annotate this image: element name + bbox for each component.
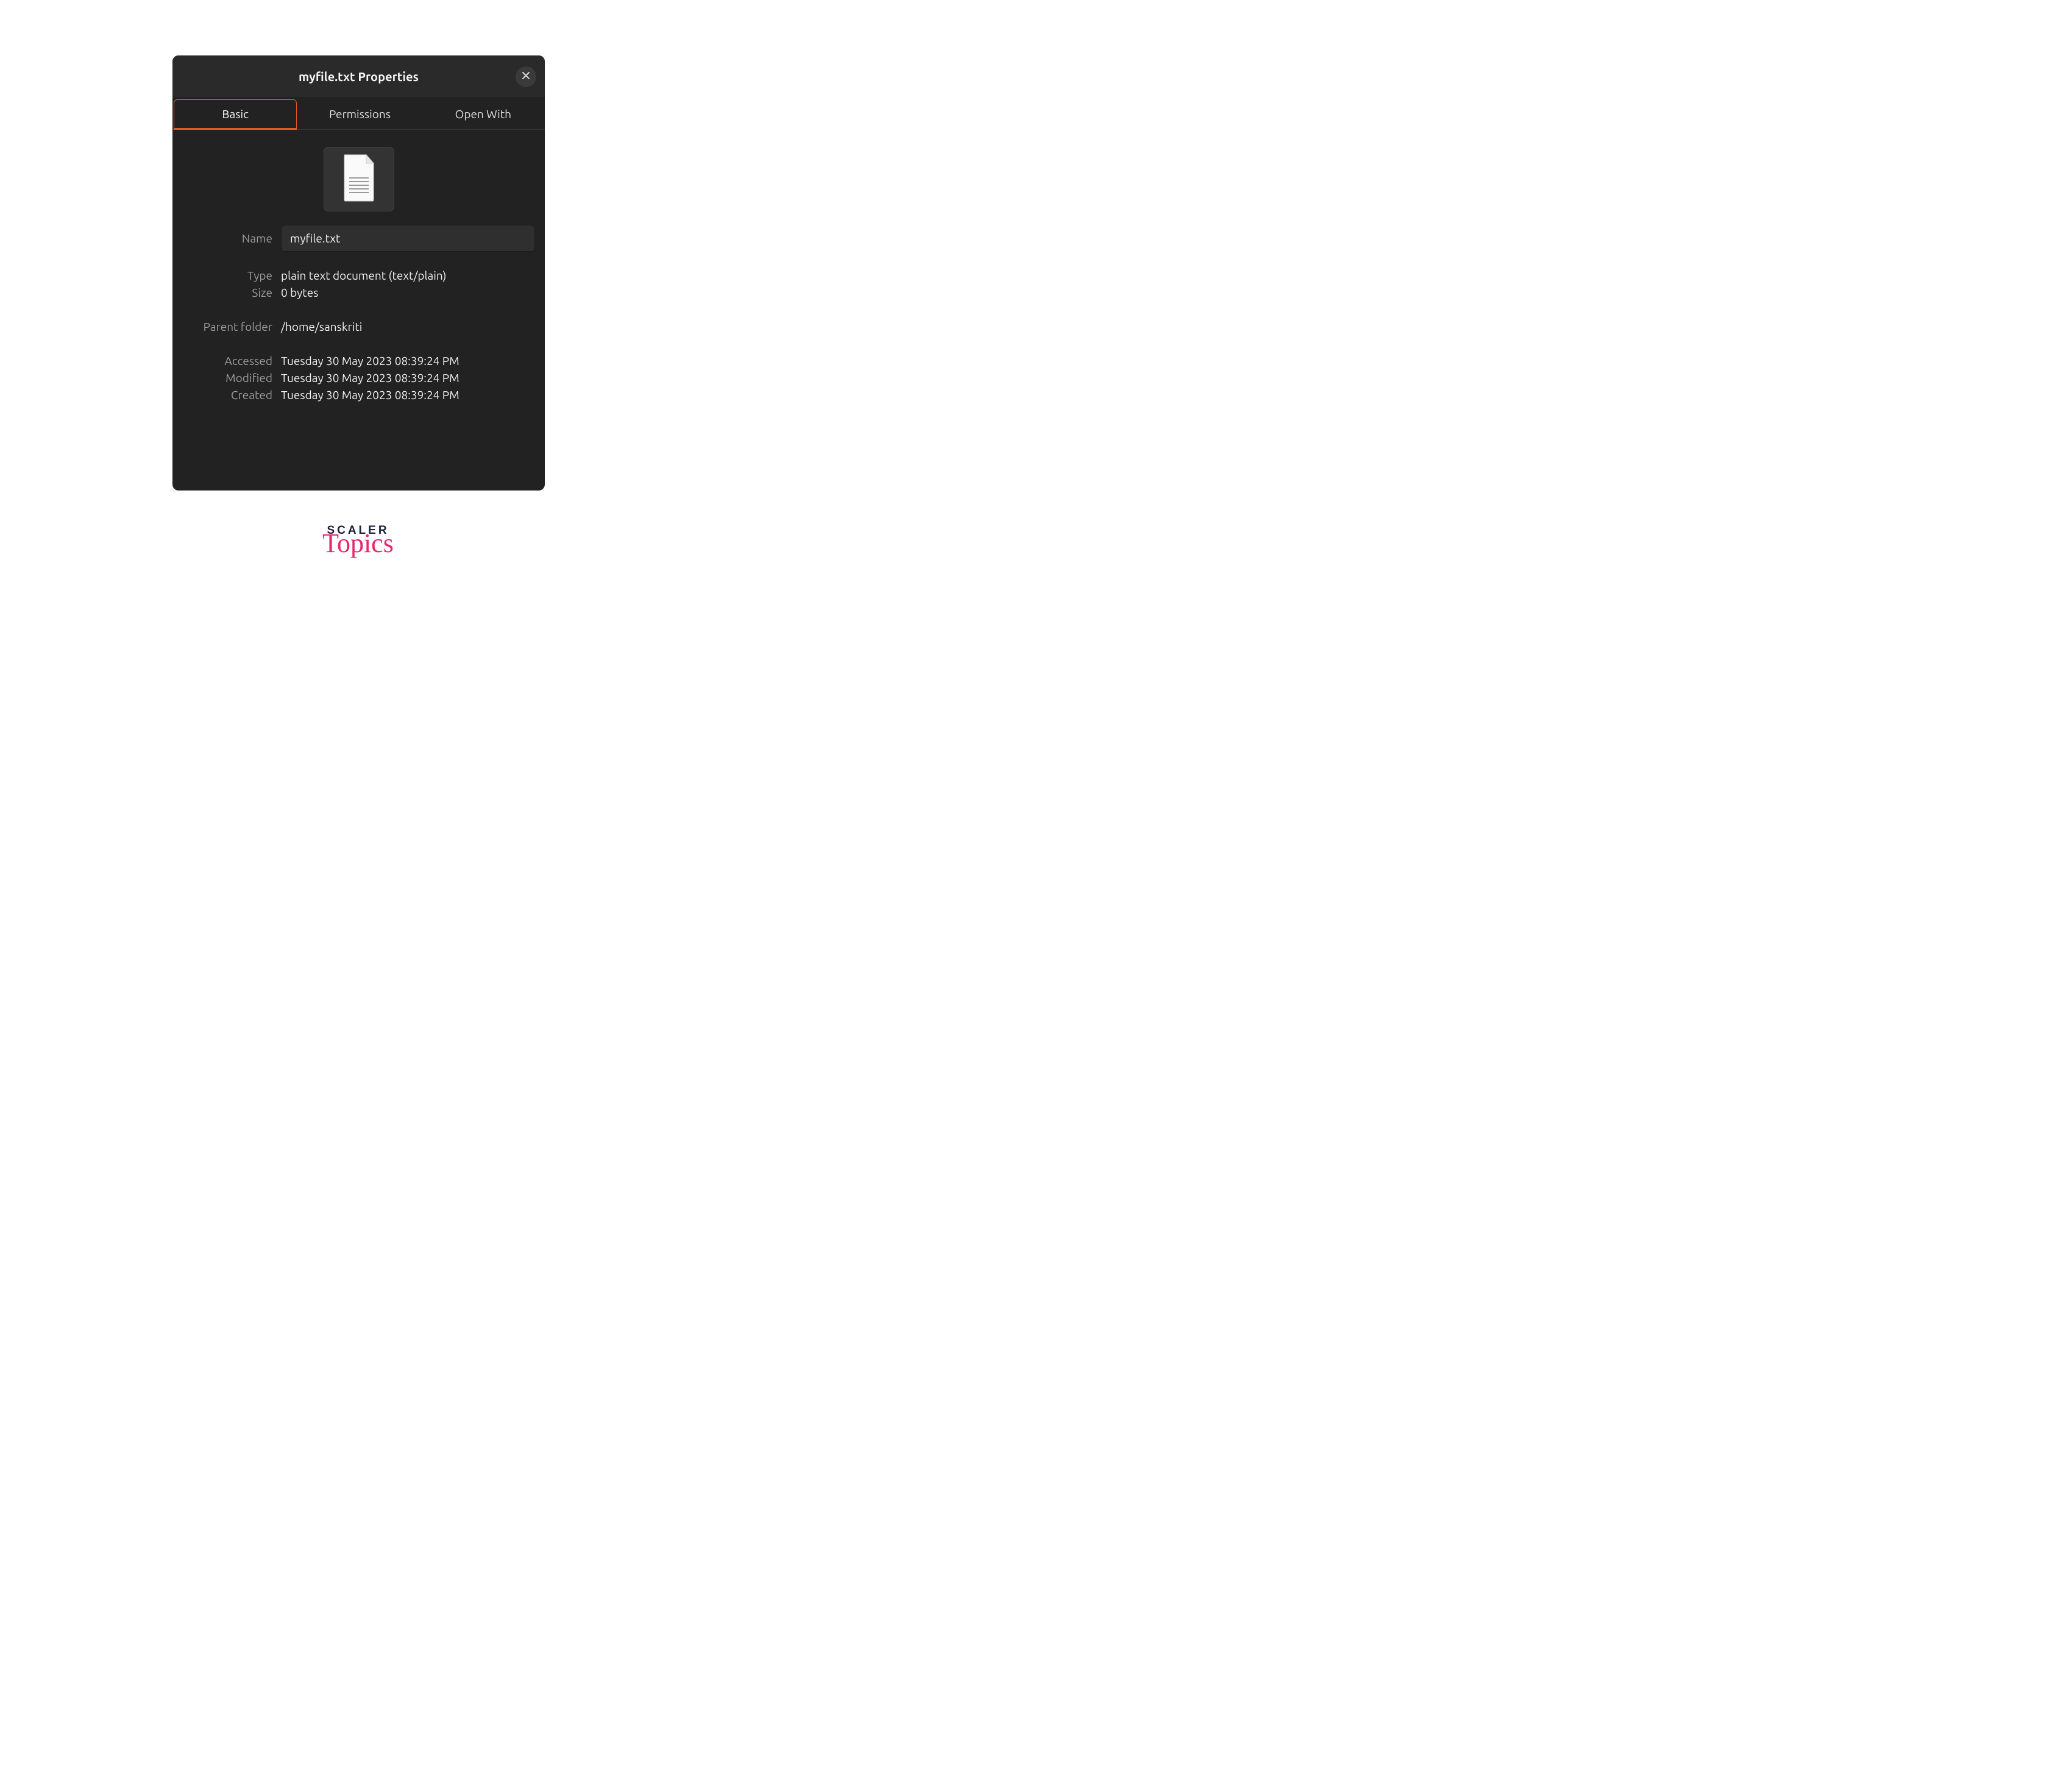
titlebar: myfile.txt Properties <box>172 55 545 98</box>
tab-basic[interactable]: Basic <box>174 99 297 130</box>
spacer <box>182 255 535 265</box>
value-accessed: Tuesday 30 May 2023 08:39:24 PM <box>281 354 535 367</box>
tab-permissions[interactable]: Permissions <box>298 98 421 129</box>
spacer <box>182 337 535 350</box>
name-input[interactable] <box>281 225 535 252</box>
value-name <box>281 225 535 252</box>
tab-content-basic: Name Type plain text document (text/plai… <box>172 130 545 409</box>
label-modified: Modified <box>182 371 272 384</box>
text-file-icon <box>339 154 378 205</box>
tab-open-with[interactable]: Open With <box>422 98 545 129</box>
value-created: Tuesday 30 May 2023 08:39:24 PM <box>281 388 535 402</box>
label-parent-folder: Parent folder <box>182 320 272 333</box>
close-button[interactable] <box>516 66 536 87</box>
label-type: Type <box>182 269 272 282</box>
file-icon-container <box>182 147 535 211</box>
label-size: Size <box>182 286 272 299</box>
label-created: Created <box>182 388 272 402</box>
label-accessed: Accessed <box>182 354 272 367</box>
file-icon-button[interactable] <box>324 147 394 211</box>
close-icon <box>522 71 530 82</box>
properties-dialog: myfile.txt Properties Basic Permissions … <box>172 55 545 491</box>
label-name: Name <box>182 232 272 245</box>
value-size: 0 bytes <box>281 286 535 299</box>
watermark: SCALER Topics <box>322 524 394 557</box>
tab-bar: Basic Permissions Open With <box>172 98 545 130</box>
value-modified: Tuesday 30 May 2023 08:39:24 PM <box>281 371 535 384</box>
window-title: myfile.txt Properties <box>299 69 419 83</box>
value-parent-folder: /home/sanskriti <box>281 320 535 333</box>
spacer <box>182 303 535 316</box>
watermark-line2: Topics <box>322 530 394 557</box>
properties-grid: Name Type plain text document (text/plai… <box>182 225 535 402</box>
value-type: plain text document (text/plain) <box>281 269 535 282</box>
